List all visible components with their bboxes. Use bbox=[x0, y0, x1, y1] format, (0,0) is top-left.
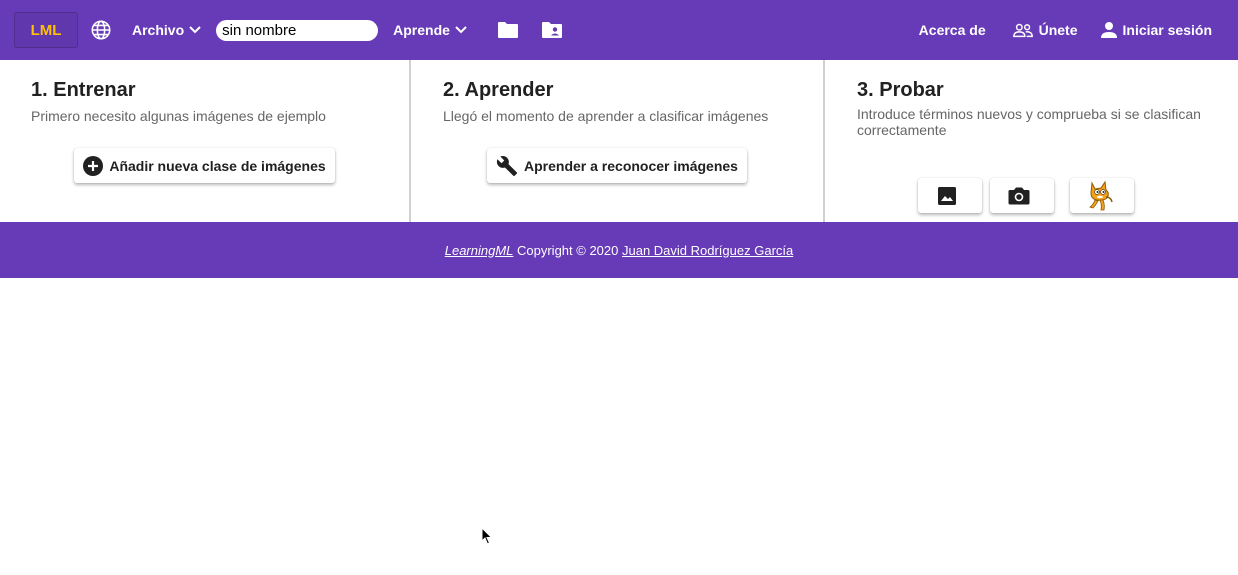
add-circle-icon bbox=[83, 155, 104, 176]
copyright-text: Copyright © 2020 bbox=[513, 242, 622, 258]
login-label: Iniciar sesión bbox=[1122, 22, 1212, 38]
scratch-cat-icon bbox=[1089, 180, 1113, 210]
person-icon bbox=[1100, 22, 1117, 38]
folder-user-icon[interactable] bbox=[540, 18, 564, 42]
chevron-down-icon bbox=[454, 25, 468, 35]
author-link[interactable]: Juan David Rodríguez García bbox=[622, 243, 793, 258]
about-link[interactable]: Acerca de bbox=[919, 22, 986, 38]
learn-label: Aprender a reconocer imágenes bbox=[524, 157, 738, 174]
brand-link[interactable]: LearningML bbox=[445, 243, 514, 258]
learn-subtitle: Llegó el momento de aprender a clasifica… bbox=[443, 108, 769, 124]
learn-title: 2. Aprender bbox=[443, 79, 554, 101]
wrench-icon bbox=[496, 155, 518, 176]
archivo-label: Archivo bbox=[132, 22, 185, 38]
learn-panel: 2. Aprender Llegó el momento de aprender… bbox=[411, 60, 825, 222]
about-label: Acerca de bbox=[918, 22, 986, 38]
aprende-menu[interactable]: Aprende bbox=[393, 22, 468, 38]
logo-button[interactable]: LML bbox=[14, 12, 78, 48]
train-subtitle: Primero necesito algunas imágenes de eje… bbox=[31, 108, 326, 124]
globe-icon[interactable] bbox=[88, 17, 114, 43]
archivo-menu[interactable]: Archivo bbox=[132, 22, 202, 38]
add-class-label: Añadir nueva clase de imágenes bbox=[109, 157, 326, 174]
scratch-button[interactable] bbox=[1070, 178, 1134, 213]
aprende-label: Aprende bbox=[393, 22, 450, 38]
test-panel: 3. Probar Introduce términos nuevos y co… bbox=[825, 60, 1238, 222]
add-class-button[interactable]: Añadir nueva clase de imágenes bbox=[74, 148, 335, 183]
join-link[interactable]: Únete bbox=[1012, 22, 1078, 38]
image-input-button[interactable] bbox=[918, 178, 982, 213]
footer: LearningML Copyright © 2020 Juan David R… bbox=[0, 222, 1238, 278]
camera-input-button[interactable] bbox=[990, 178, 1054, 213]
folder-icon[interactable] bbox=[496, 18, 520, 42]
train-panel: 1. Entrenar Primero necesito algunas imá… bbox=[0, 60, 411, 222]
login-link[interactable]: Iniciar sesión bbox=[1100, 21, 1212, 39]
test-title: 3. Probar bbox=[857, 79, 944, 101]
group-icon bbox=[1012, 23, 1033, 38]
project-name-input[interactable] bbox=[216, 19, 379, 41]
chevron-down-icon bbox=[188, 25, 202, 35]
image-icon bbox=[938, 186, 956, 205]
train-title: 1. Entrenar bbox=[31, 79, 136, 101]
camera-icon bbox=[1008, 187, 1030, 204]
mouse-cursor-icon bbox=[481, 526, 493, 550]
join-label: Únete bbox=[1038, 22, 1078, 38]
learn-button[interactable]: Aprender a reconocer imágenes bbox=[487, 148, 747, 183]
workflow-panels: 1. Entrenar Primero necesito algunas imá… bbox=[0, 60, 1238, 222]
top-app-bar: LML Archivo Aprende Acerca de bbox=[0, 0, 1238, 60]
test-subtitle: Introduce términos nuevos y comprueba si… bbox=[857, 106, 1201, 138]
